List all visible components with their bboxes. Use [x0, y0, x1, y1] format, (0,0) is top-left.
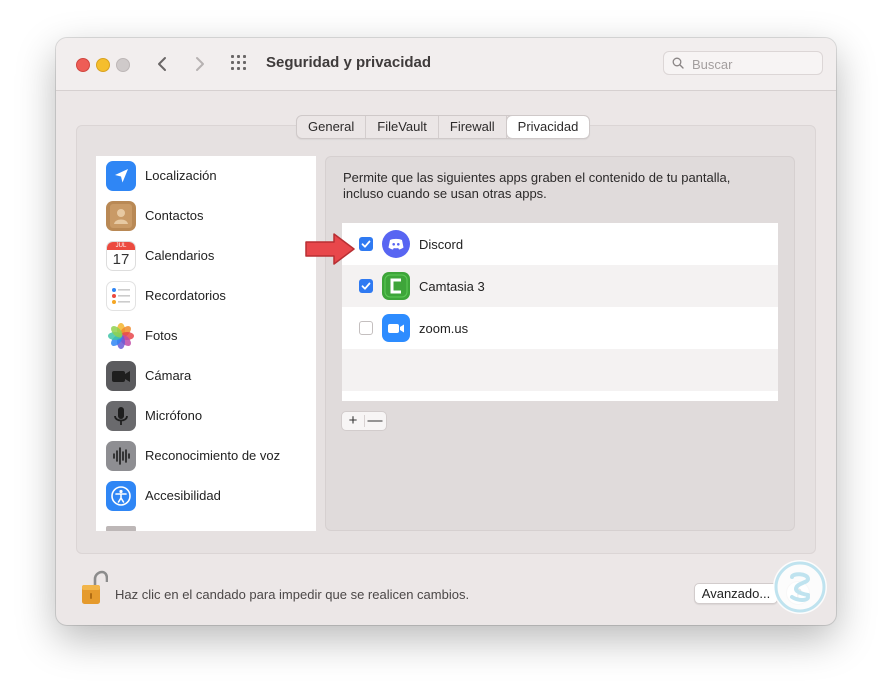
calendar-month: JUL — [107, 242, 135, 250]
permission-description: Permite que las siguientes apps graben e… — [343, 170, 731, 201]
forward-button[interactable] — [188, 52, 210, 76]
back-button[interactable] — [152, 52, 174, 76]
app-name: zoom.us — [419, 321, 469, 336]
list-empty-row — [342, 349, 778, 391]
sidebar-item-reconocimiento-de-voz[interactable]: Reconocimiento de voz — [106, 438, 311, 474]
remove-app-button[interactable]: — — [364, 411, 386, 431]
list-item-camtasia[interactable]: Camtasia 3 — [342, 265, 778, 307]
sidebar-item-contactos[interactable]: Contactos — [106, 198, 311, 234]
camtasia-icon — [382, 272, 410, 300]
sidebar-item-label: Accesibilidad — [145, 488, 221, 503]
padlock-button[interactable] — [78, 570, 109, 608]
discord-icon — [382, 230, 410, 258]
sidebar-item-label: Fotos — [145, 328, 178, 343]
add-app-button[interactable]: + — [342, 411, 364, 431]
discord-checkbox[interactable] — [359, 237, 373, 251]
tab-general[interactable]: General — [297, 116, 367, 138]
chevron-right-icon — [196, 57, 204, 71]
window-title: Seguridad y privacidad — [266, 54, 432, 71]
search-icon — [672, 57, 684, 69]
show-all-grid-icon[interactable] — [231, 55, 251, 71]
app-name: Discord — [419, 237, 464, 252]
list-item-zoom[interactable]: zoom.us — [342, 307, 778, 349]
sidebar-item-calendarios[interactable]: JUL 17 Calendarios — [106, 238, 311, 274]
sidebar-item-fotos[interactable]: Fotos — [106, 318, 311, 354]
list-item-discord[interactable]: Discord — [342, 223, 778, 265]
location-arrow-icon — [106, 161, 136, 191]
checkmark-icon — [361, 240, 371, 248]
app-permission-list: Discord Camtasia 3 zoom.us — [342, 223, 778, 401]
search-input[interactable] — [690, 54, 820, 74]
sidebar-item-label: Reconocimiento de voz — [145, 448, 281, 463]
search-field[interactable] — [663, 51, 823, 75]
zoom-icon — [382, 314, 410, 342]
title-bar: Seguridad y privacidad — [56, 38, 836, 91]
sidebar-item-recordatorios[interactable]: Recordatorios — [106, 278, 311, 314]
watermark-logo-icon — [773, 560, 827, 614]
camtasia-checkbox[interactable] — [359, 279, 373, 293]
sidebar-item-label: Micrófono — [145, 408, 203, 423]
sidebar-item-label: Cámara — [145, 368, 192, 383]
sidebar-item-camara[interactable]: Cámara — [106, 358, 311, 394]
tab-bar: General FileVault Firewall Privacidad — [296, 115, 591, 139]
minimize-button[interactable] — [96, 58, 110, 72]
microphone-icon — [106, 401, 136, 431]
advanced-button[interactable]: Avanzado... — [694, 583, 778, 604]
tab-filevault[interactable]: FileVault — [366, 116, 439, 138]
sidebar-item-label: Localización — [145, 168, 217, 183]
tab-privacidad[interactable]: Privacidad — [506, 116, 590, 138]
close-button[interactable] — [76, 58, 90, 72]
add-remove-control: + — — [341, 411, 387, 431]
next-item-partial-icon — [106, 526, 136, 531]
reminders-icon — [106, 281, 136, 311]
annotation-arrow-icon — [305, 233, 355, 265]
sidebar-item-accesibilidad[interactable]: Accesibilidad — [106, 478, 311, 514]
zoom-button[interactable] — [116, 58, 130, 72]
sidebar-item-label: Contactos — [145, 208, 204, 223]
sidebar-item-label: Calendarios — [145, 248, 215, 263]
sidebar-item-localizacion[interactable]: Localización — [106, 158, 311, 194]
photos-icon — [106, 321, 136, 351]
unlocked-padlock-icon — [82, 570, 109, 604]
sidebar-item-label: Recordatorios — [145, 288, 226, 303]
chevron-left-icon — [158, 57, 166, 71]
calendar-icon: JUL 17 — [106, 241, 136, 271]
tab-firewall[interactable]: Firewall — [439, 116, 507, 138]
lock-instruction-text: Haz clic en el candado para impedir que … — [115, 587, 470, 602]
app-name: Camtasia 3 — [419, 279, 485, 294]
camera-icon — [106, 361, 136, 391]
speech-recognition-icon — [106, 441, 136, 471]
system-preferences-window: Seguridad y privacidad General FileVault… — [56, 38, 836, 625]
sidebar-item-microfono[interactable]: Micrófono — [106, 398, 311, 434]
checkmark-icon — [361, 282, 371, 290]
zoom-checkbox[interactable] — [359, 321, 373, 335]
privacy-category-list: Localización Contactos JUL 17 Calendario… — [96, 156, 316, 531]
contacts-icon — [106, 201, 136, 231]
calendar-day: 17 — [112, 251, 130, 268]
accessibility-icon — [106, 481, 136, 511]
